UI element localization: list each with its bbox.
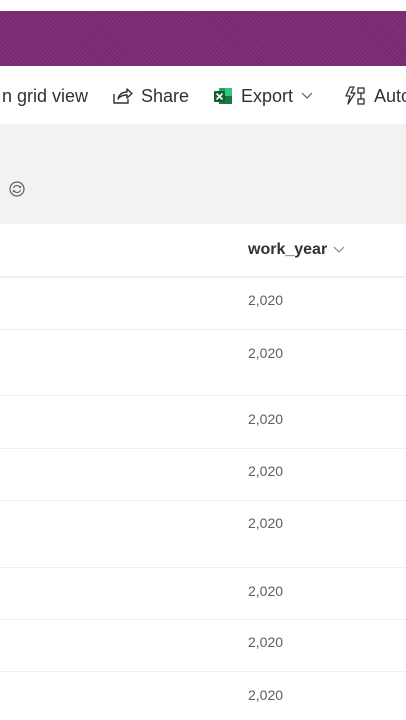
list-info-band [0,124,406,224]
table-row[interactable]: 2,020 [0,501,406,568]
share-label: Share [141,85,190,106]
work-year-cell: 2,020 [248,345,284,361]
work-year-cell: 2,020 [248,687,284,703]
top-bar [0,0,406,66]
table-row[interactable]: 2,020 [0,672,406,720]
table-row[interactable]: 2,020 [0,277,406,330]
table-row[interactable]: 2,020 [0,330,406,396]
table-row[interactable]: 2,020 [0,568,406,620]
table-row[interactable]: 2,020 [0,449,406,501]
command-bar: n grid view Share Export Aut [0,66,406,124]
automate-button[interactable]: Auto [344,84,406,108]
chevron-down-icon [301,92,313,100]
table-row[interactable]: 2,020 [0,620,406,672]
share-icon [111,86,133,106]
refresh-icon[interactable] [8,180,26,198]
column-header-work-year[interactable]: work_year [248,241,345,259]
excel-icon [213,86,233,106]
work-year-cell: 2,020 [248,583,284,599]
work-year-cell: 2,020 [248,411,284,427]
grid-view-label: n grid view [2,85,89,106]
work-year-cell: 2,020 [248,292,284,308]
export-button[interactable]: Export [213,84,313,108]
work-year-cell: 2,020 [248,634,284,650]
brand-header-bar [0,11,406,66]
list-header-row: work_year [0,224,406,277]
export-label: Export [241,85,294,106]
flow-icon [344,85,366,107]
work-year-cell: 2,020 [248,463,284,479]
chevron-down-icon [333,241,345,259]
share-button[interactable]: Share [111,84,189,108]
work-year-cell: 2,020 [248,515,284,531]
table-row[interactable]: 2,020 [0,396,406,449]
column-header-label: work_year [248,241,328,258]
automate-label: Auto [374,85,406,106]
edit-in-grid-view-button[interactable]: n grid view [0,84,88,108]
